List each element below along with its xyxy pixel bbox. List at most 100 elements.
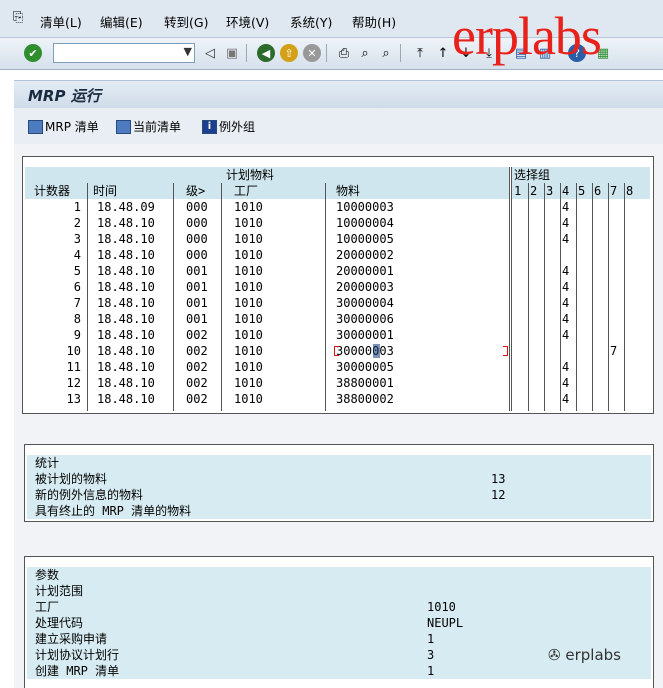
row-counter: 8 (73, 312, 81, 326)
row-time: 18.48.10 (97, 280, 155, 294)
back-arrow-icon[interactable]: ◁ (201, 44, 219, 62)
row-material: 10000004 (336, 216, 394, 230)
cancel-icon[interactable]: ✕ (303, 44, 321, 62)
table-row[interactable]: 13 18.48.10 002 1010 38800002 4 (23, 391, 653, 407)
command-field[interactable]: ▼ (53, 43, 195, 63)
row-select-4: 4 (562, 216, 570, 230)
menu-goto[interactable]: 转到(G) (164, 12, 208, 31)
col-material[interactable]: 物料 (336, 183, 360, 199)
system-menu-icon[interactable]: ⎘ (13, 10, 23, 25)
find-icon[interactable]: ⌕ (356, 44, 374, 62)
row-time: 18.48.10 (97, 376, 155, 390)
row-counter: 11 (66, 360, 81, 374)
row-material: 20000001 (336, 264, 394, 278)
menu-help[interactable]: 帮助(H) (352, 12, 396, 31)
row-material: 30000001 (336, 328, 394, 342)
menu-system[interactable]: 系统(Y) (290, 12, 332, 31)
wechat-watermark-text: erplabs (565, 646, 621, 664)
row-counter: 3 (73, 232, 81, 246)
row-level: 002 (186, 344, 208, 358)
print-icon[interactable]: ⎙ (335, 44, 353, 62)
exit-icon[interactable]: ⇧ (280, 44, 298, 62)
params-row: 建立采购申请 1 (27, 631, 651, 647)
row-time: 18.48.10 (97, 360, 155, 374)
row-counter: 7 (73, 296, 81, 310)
exception-group-button[interactable]: i 例外组 (202, 118, 255, 135)
menu-edit[interactable]: 编辑(E) (100, 12, 143, 31)
row-level: 000 (186, 232, 208, 246)
table-row[interactable]: 9 18.48.10 002 1010 30000001 4 (23, 327, 653, 343)
select-col-3[interactable]: 3 (546, 183, 553, 199)
col-plant[interactable]: 工厂 (234, 183, 258, 199)
prev-page-icon[interactable]: ↑ (434, 44, 452, 62)
params-row: 工厂 1010 (27, 599, 651, 615)
row-plant: 1010 (234, 344, 263, 358)
row-counter: 5 (73, 264, 81, 278)
row-material: 30000003 (336, 344, 394, 358)
stats-label: 新的例外信息的物料 (35, 488, 144, 502)
row-time: 18.48.10 (97, 312, 155, 326)
table-row[interactable]: 1 18.48.09 000 1010 10000003 4 (23, 199, 653, 215)
parameters-box: 参数 计划范围 工厂 1010 处理代码 NEUPL 建立采购申请 1 计划协议计划行 3 创建 … (24, 556, 654, 688)
table-row[interactable]: 5 18.48.10 001 1010 20000001 4 (23, 263, 653, 279)
row-time: 18.48.10 (97, 216, 155, 230)
enter-icon[interactable]: ✔ (24, 44, 42, 62)
row-plant: 1010 (234, 264, 263, 278)
find-next-icon[interactable]: ⌕ (377, 44, 395, 62)
table-row[interactable]: 3 18.48.10 000 1010 10000005 4 (23, 231, 653, 247)
row-counter: 13 (66, 392, 81, 406)
stats-row: 具有终止的 MRP 清单的物料 (27, 503, 651, 519)
row-time: 18.48.09 (97, 200, 155, 214)
select-col-6[interactable]: 6 (594, 183, 601, 199)
params-value: 3 (427, 648, 435, 662)
table-row[interactable]: 8 18.48.10 001 1010 30000006 4 (23, 311, 653, 327)
row-plant: 1010 (234, 296, 263, 310)
select-col-4[interactable]: 4 (562, 183, 569, 199)
chevron-down-icon[interactable]: ▼ (184, 45, 192, 58)
params-value: 1 (427, 664, 435, 678)
row-material: 10000005 (336, 232, 394, 246)
col-level[interactable]: 级> (186, 183, 205, 199)
table-row[interactable]: 6 18.48.10 001 1010 20000003 4 (23, 279, 653, 295)
row-select-7: 7 (610, 344, 618, 358)
row-level: 001 (186, 312, 208, 326)
select-group-label: 选择组 (514, 168, 551, 182)
watermark-logo: erplabs (452, 6, 602, 66)
table-row[interactable]: 7 18.48.10 001 1010 30000004 4 (23, 295, 653, 311)
stats-value: 12 (491, 488, 506, 502)
table-row[interactable]: 11 18.48.10 002 1010 30000005 4 (23, 359, 653, 375)
col-counter[interactable]: 计数器 (34, 183, 70, 199)
menu-list[interactable]: 清单(L) (40, 12, 82, 31)
row-level: 001 (186, 264, 208, 278)
parameters-header: 参数 (27, 567, 651, 583)
back-icon[interactable]: ◀ (257, 44, 275, 62)
params-value: 1 (427, 632, 435, 646)
params-label: 计划协议计划行 (35, 648, 120, 662)
row-material: 20000002 (336, 248, 394, 262)
row-plant: 1010 (234, 376, 263, 390)
col-time[interactable]: 时间 (93, 183, 117, 199)
stats-row: 被计划的物料 13 (27, 471, 651, 487)
first-page-icon[interactable]: ⤒ (411, 44, 429, 62)
select-col-7[interactable]: 7 (610, 183, 617, 199)
table-row[interactable]: 2 18.48.10 000 1010 10000004 4 (23, 215, 653, 231)
select-col-1[interactable]: 1 (514, 183, 521, 199)
row-counter: 1 (73, 200, 81, 214)
row-plant: 1010 (234, 248, 263, 262)
params-label: 计划范围 (35, 584, 84, 598)
save-icon[interactable]: ▣ (223, 44, 241, 62)
row-select-4: 4 (562, 200, 570, 214)
select-col-5[interactable]: 5 (578, 183, 585, 199)
current-list-button[interactable]: 当前清单 (116, 118, 181, 135)
current-list-label: 当前清单 (133, 120, 182, 134)
list-icon (116, 119, 131, 134)
params-label: 工厂 (35, 600, 60, 614)
mrp-list-button[interactable]: MRP 清单 (28, 118, 99, 135)
list-icon (28, 119, 43, 134)
menu-environment[interactable]: 环境(V) (226, 12, 269, 31)
table-row[interactable]: 12 18.48.10 002 1010 38800001 4 (23, 375, 653, 391)
params-label: 处理代码 (35, 616, 84, 630)
select-col-2[interactable]: 2 (530, 183, 537, 199)
select-col-8[interactable]: 8 (626, 183, 633, 199)
table-row[interactable]: 4 18.48.10 000 1010 20000002 (23, 247, 653, 263)
